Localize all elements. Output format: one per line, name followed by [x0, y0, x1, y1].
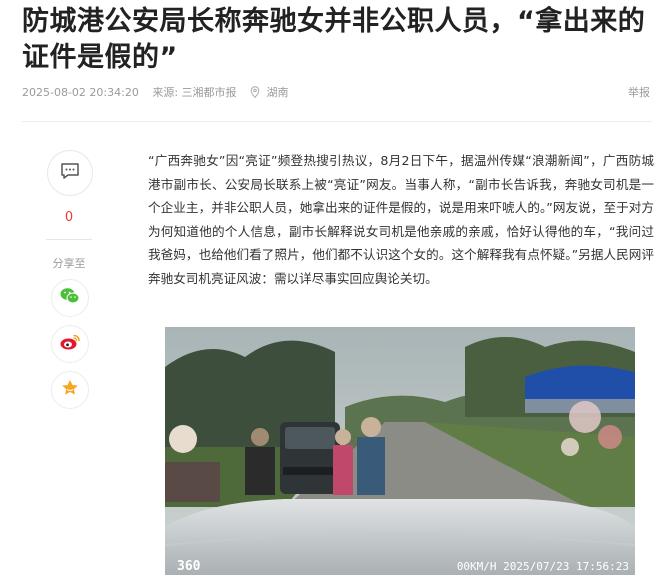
article-source: 来源: 三湘都市报 — [152, 86, 237, 99]
share-wechat-button[interactable] — [51, 279, 89, 317]
report-link[interactable]: 举报 — [628, 84, 650, 100]
publish-time: 2025-08-02 20:34:20 — [22, 85, 139, 99]
share-weibo-button[interactable] — [51, 325, 89, 363]
location-pin-icon — [250, 86, 260, 99]
article-title: 防城港公安局长称奔驰女并非公职人员，“拿出来的证件是假的” — [22, 6, 646, 73]
dashcam-brand: 360 — [177, 559, 201, 574]
comment-icon — [60, 162, 80, 184]
dashcam-stamp: 360 — [177, 559, 201, 574]
article-meta: 2025-08-02 20:34:20 来源: 三湘都市报 湖南 举报 — [22, 84, 652, 100]
dashcam-photo-image — [165, 327, 635, 575]
share-sidebar: 0 分享至 — [46, 150, 94, 409]
sidebar-divider — [46, 239, 92, 240]
dashcam-overlay-text: 00KM/H 2025/07/23 17:56:23 — [456, 560, 629, 573]
header-divider — [22, 121, 652, 122]
favorite-button[interactable] — [51, 371, 89, 409]
comment-button[interactable] — [47, 150, 93, 196]
article-photo[interactable]: 360 00KM/H 2025/07/23 17:56:23 — [165, 327, 635, 575]
wechat-icon — [59, 287, 81, 309]
star-icon — [60, 378, 80, 402]
article-location: 湖南 — [266, 86, 289, 99]
comment-count[interactable]: 0 — [46, 210, 92, 225]
share-label: 分享至 — [52, 257, 86, 270]
article-body: “广西奔驰女”因“亮证”频登热搜引热议，8月2日下午，据温州传媒“浪潮新闻”，广… — [148, 153, 654, 286]
weibo-icon — [59, 333, 81, 355]
